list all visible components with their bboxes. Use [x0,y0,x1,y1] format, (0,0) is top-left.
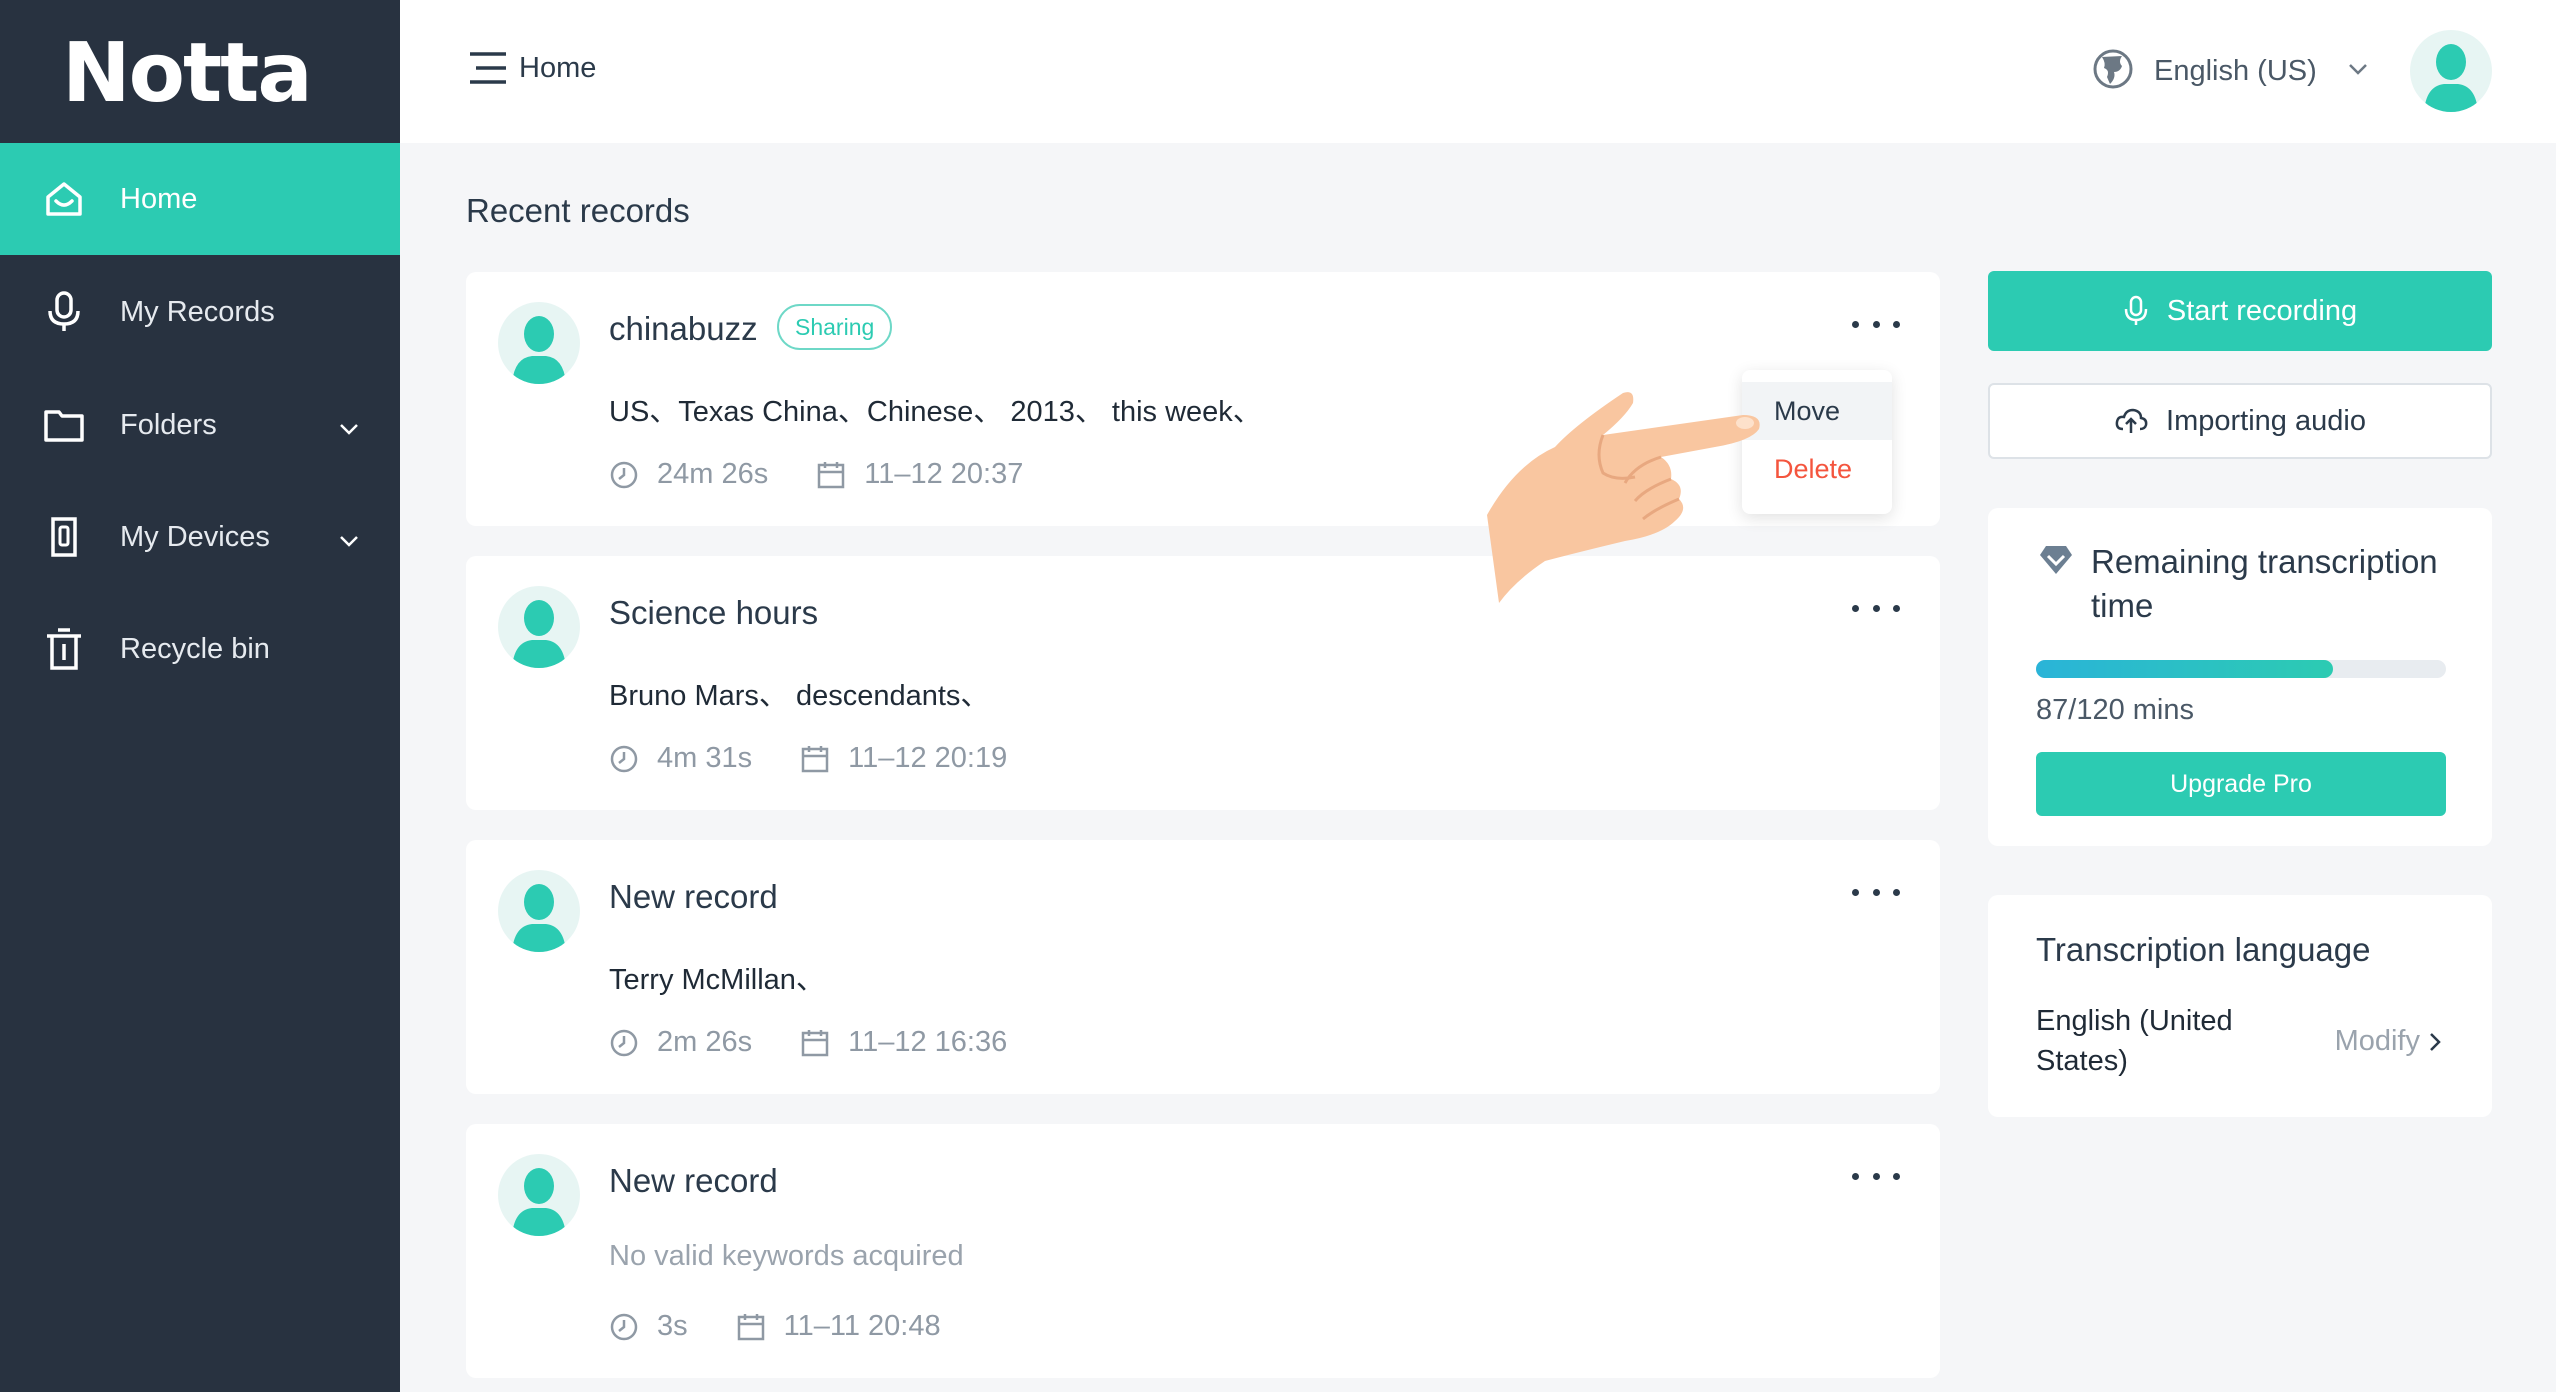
importing-audio-label: Importing audio [2166,404,2366,437]
calendar-icon [800,743,832,775]
record-datetime: 11–12 20:37 [864,458,1024,490]
breadcrumb: Home [519,52,597,84]
avatar [498,1154,580,1236]
chevron-right-icon [2428,1031,2442,1053]
language-label: English (US) [2154,54,2317,87]
record-title[interactable]: New record [609,878,778,916]
modify-label: Modify [2334,1025,2420,1057]
sidebar-item-home[interactable]: Home [0,143,400,255]
sidebar-item-recycle-bin[interactable]: Recycle bin [0,593,400,705]
record-datetime: 11–12 20:19 [848,742,1008,774]
record-duration: 24m 26s [657,458,769,490]
cloud-upload-icon [2114,407,2148,435]
more-options-icon[interactable] [1852,1164,1900,1188]
language-selector[interactable]: English (US) [2092,46,2369,96]
importing-audio-button[interactable]: Importing audio [1988,383,2492,459]
upgrade-pro-button[interactable]: Upgrade Pro [2036,752,2446,816]
pointing-hand-icon [1475,385,1775,605]
record-datetime: 11–11 20:48 [783,1310,941,1342]
record-meta: 24m 26s 11–12 20:37 [609,458,1023,491]
sidebar-item-label: Home [120,182,198,215]
sidebar-item-folders[interactable]: Folders [0,369,400,481]
record-title[interactable]: Science hours [609,594,818,632]
avatar [498,870,580,952]
sidebar-item-label: My Records [120,295,275,328]
record-keywords: Bruno Mars、 descendants、 [609,680,990,712]
user-avatar[interactable] [2410,30,2492,112]
more-options-icon[interactable] [1852,312,1900,336]
avatar [498,302,580,384]
sidebar-item-label: My Devices [120,520,270,553]
record-meta: 2m 26s 11–12 16:36 [609,1026,1007,1059]
chevron-down-icon[interactable] [338,523,360,556]
notta-logo[interactable]: Notta [62,26,313,121]
sharing-badge: Sharing [777,304,893,350]
transcription-language-title: Transcription language [2036,931,2371,968]
clock-icon [609,459,641,491]
device-icon [40,513,88,561]
start-recording-button[interactable]: Start recording [1988,271,2492,351]
avatar [498,586,580,668]
remaining-time-title: Remaining transcription time [2091,543,2438,624]
usage-progress-fill [2036,660,2334,678]
record-duration: 3s [657,1310,688,1342]
record-meta: 4m 31s 11–12 20:19 [609,742,1007,775]
record-keywords: No valid keywords acquired [609,1240,964,1272]
remaining-time-panel: Remaining transcription time 87/120 mins… [1988,508,2492,846]
more-options-icon[interactable] [1852,880,1900,904]
diamond-icon [2038,544,2074,581]
record-card[interactable]: New record No valid keywords acquired 3s… [466,1124,1940,1378]
record-card[interactable]: New record Terry McMillan、 2m 26s 11–12 … [466,840,1940,1094]
clock-icon [609,743,641,775]
record-meta: 3s 11–11 20:48 [609,1310,941,1343]
transcription-language-panel: Transcription language English (United S… [1988,895,2492,1117]
sidebar-item-my-devices[interactable]: My Devices [0,481,400,593]
record-duration: 4m 31s [657,742,753,774]
sidebar-item-my-records[interactable]: My Records [0,256,400,368]
calendar-icon [800,1027,832,1059]
transcription-language-value: English (United States) [2036,1005,2233,1077]
sidebar-item-label: Folders [120,408,217,441]
record-keywords: Terry McMillan、 [609,964,825,996]
modify-language-link[interactable]: Modify [2335,1025,2442,1058]
sidebar: Notta Home My Records Folders My Devices [0,0,400,1392]
section-title: Recent records [466,192,690,229]
clock-icon [609,1311,641,1343]
start-recording-label: Start recording [2166,294,2358,327]
chevron-down-icon[interactable] [338,411,360,444]
globe-icon [2092,48,2134,95]
usage-progress-bar [2036,660,2446,678]
microphone-icon [2123,295,2149,327]
chevron-down-icon [2347,62,2369,81]
record-datetime: 11–12 16:36 [848,1026,1008,1058]
home-icon [40,175,88,223]
record-title[interactable]: New record [609,1162,778,1200]
more-options-icon[interactable] [1852,596,1900,620]
trash-icon [40,625,88,673]
calendar-icon [816,459,848,491]
microphone-icon [40,288,88,336]
menu-toggle-icon[interactable] [468,48,508,88]
record-title[interactable]: chinabuzz [609,310,758,348]
calendar-icon [736,1311,768,1343]
clock-icon [609,1027,641,1059]
usage-text: 87/120 mins [2036,694,2194,726]
record-duration: 2m 26s [657,1026,753,1058]
folder-icon [40,401,88,449]
top-header: Home English (US) [400,0,2556,143]
sidebar-item-label: Recycle bin [120,632,270,665]
record-keywords: US、Texas China、Chinese、 2013、 this week、 [609,396,1262,428]
